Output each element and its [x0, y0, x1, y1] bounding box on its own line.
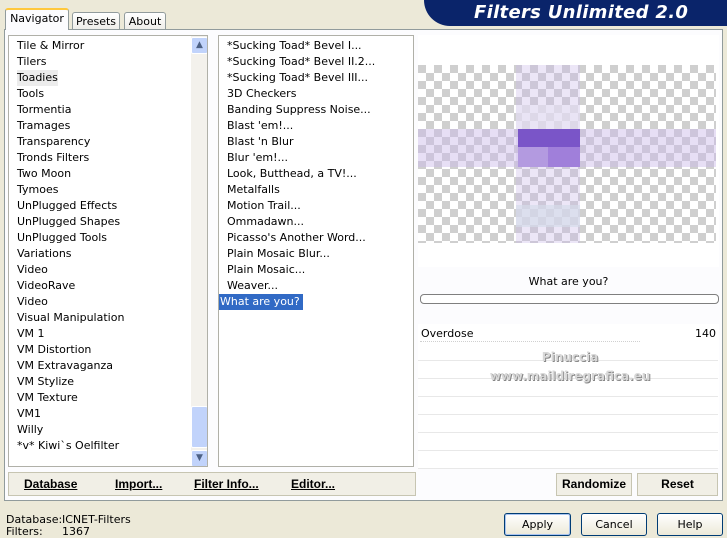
filter-item[interactable]: *Sucking Toad* Bevel I... — [227, 38, 362, 54]
category-item[interactable]: UnPlugged Shapes — [17, 214, 120, 230]
filter-item[interactable]: Blast 'em!... — [227, 118, 293, 134]
watermark-line2: www.maildiregrafica.eu — [489, 369, 651, 383]
category-item[interactable]: *v* Kiwi`s Oelfilter — [17, 438, 119, 454]
param-slider-empty[interactable] — [418, 434, 718, 451]
param-value[interactable]: 140 — [680, 327, 716, 340]
filter-item[interactable]: Ommadawn... — [227, 214, 304, 230]
title-banner: Filters Unlimited 2.0 — [424, 0, 727, 26]
category-item[interactable]: Video — [17, 294, 48, 310]
preview-panel — [418, 35, 719, 267]
status-filters-label: Filters: — [6, 525, 43, 538]
filter-item[interactable]: Banding Suppress Noise... — [227, 102, 371, 118]
param-slider-empty[interactable] — [418, 398, 718, 415]
editor-link[interactable]: Editor... — [291, 477, 335, 491]
category-item[interactable]: Tile & Mirror — [17, 38, 84, 54]
apply-button[interactable]: Apply — [504, 513, 571, 536]
filter-item[interactable]: Blur 'em!... — [227, 150, 288, 166]
filter-item[interactable]: Weaver... — [227, 278, 278, 294]
randomize-button[interactable]: Randomize — [556, 473, 632, 496]
category-item[interactable]: Tilers — [17, 54, 47, 70]
filter-item[interactable]: *Sucking Toad* Bevel III... — [227, 70, 368, 86]
category-item[interactable]: Tymoes — [17, 182, 58, 198]
param-slider[interactable] — [420, 326, 640, 342]
category-item[interactable]: Visual Manipulation — [17, 310, 124, 326]
category-item[interactable]: Tormentia — [17, 102, 71, 118]
filter-item[interactable]: Plain Mosaic... — [227, 262, 305, 278]
category-item[interactable]: UnPlugged Effects — [17, 198, 117, 214]
reset-button[interactable]: Reset — [637, 473, 718, 496]
import-link[interactable]: Import... — [115, 477, 162, 491]
category-item[interactable]: VM1 — [17, 406, 41, 422]
param-slider-empty[interactable] — [418, 452, 718, 469]
scroll-thumb[interactable] — [191, 406, 207, 448]
param-slider-empty[interactable] — [418, 416, 718, 433]
filter-item[interactable]: Look, Butthead, a TV!... — [227, 166, 357, 182]
category-item[interactable]: VM Texture — [17, 390, 78, 406]
cancel-button[interactable]: Cancel — [581, 513, 647, 536]
filter-item[interactable]: 3D Checkers — [227, 86, 296, 102]
category-item[interactable]: Variations — [17, 246, 72, 262]
category-item[interactable]: Two Moon — [17, 166, 71, 182]
category-item[interactable]: Tramages — [17, 118, 70, 134]
category-item[interactable]: Willy — [17, 422, 43, 438]
filter-item[interactable]: Metalfalls — [227, 182, 280, 198]
category-item[interactable]: VM Extravaganza — [17, 358, 113, 374]
help-button[interactable]: Help — [657, 513, 723, 536]
category-item[interactable]: Tronds Filters — [17, 150, 89, 166]
filter-item[interactable]: Plain Mosaic Blur... — [227, 246, 330, 262]
filter-info-link[interactable]: Filter Info... — [194, 477, 259, 491]
filter-list[interactable]: *Sucking Toad* Bevel I... *Sucking Toad* … — [218, 35, 414, 467]
category-item[interactable]: Tools — [17, 86, 44, 102]
filter-item[interactable]: What are you? — [219, 294, 303, 310]
database-link[interactable]: Database — [24, 477, 77, 491]
filter-name-display: What are you? — [528, 275, 609, 288]
filter-item[interactable]: Picasso's Another Word... — [227, 230, 366, 246]
preview-image — [418, 65, 716, 243]
filter-item[interactable]: Blast 'n Blur — [227, 134, 293, 150]
category-item[interactable]: VM 1 — [17, 326, 45, 342]
filter-item[interactable]: Motion Trail... — [227, 198, 301, 214]
category-item[interactable]: VM Distortion — [17, 342, 91, 358]
category-item[interactable]: Toadies — [17, 70, 58, 86]
category-item[interactable]: UnPlugged Tools — [17, 230, 107, 246]
up-arrow-icon[interactable]: ▲ — [191, 37, 207, 54]
category-item[interactable]: VideoRave — [17, 278, 75, 294]
category-list[interactable]: Tile & Mirror Tilers Toadies Tools Tormentia… — [8, 35, 208, 467]
progress-bar — [420, 294, 719, 304]
tab-navigator[interactable]: Navigator — [5, 8, 69, 30]
down-arrow-icon[interactable]: ▼ — [191, 450, 207, 466]
category-item[interactable]: VM Stylize — [17, 374, 74, 390]
status-filters-value: 1367 — [62, 525, 90, 538]
filter-item[interactable]: *Sucking Toad* Bevel II.2... — [227, 54, 375, 70]
category-item[interactable]: Video — [17, 262, 48, 278]
category-scrollbar[interactable]: ▲ ▼ — [191, 36, 207, 466]
category-item[interactable]: Transparency — [17, 134, 90, 150]
watermark-line1: Pinuccia — [541, 350, 599, 364]
app-title: Filters Unlimited 2.0 — [474, 2, 689, 23]
